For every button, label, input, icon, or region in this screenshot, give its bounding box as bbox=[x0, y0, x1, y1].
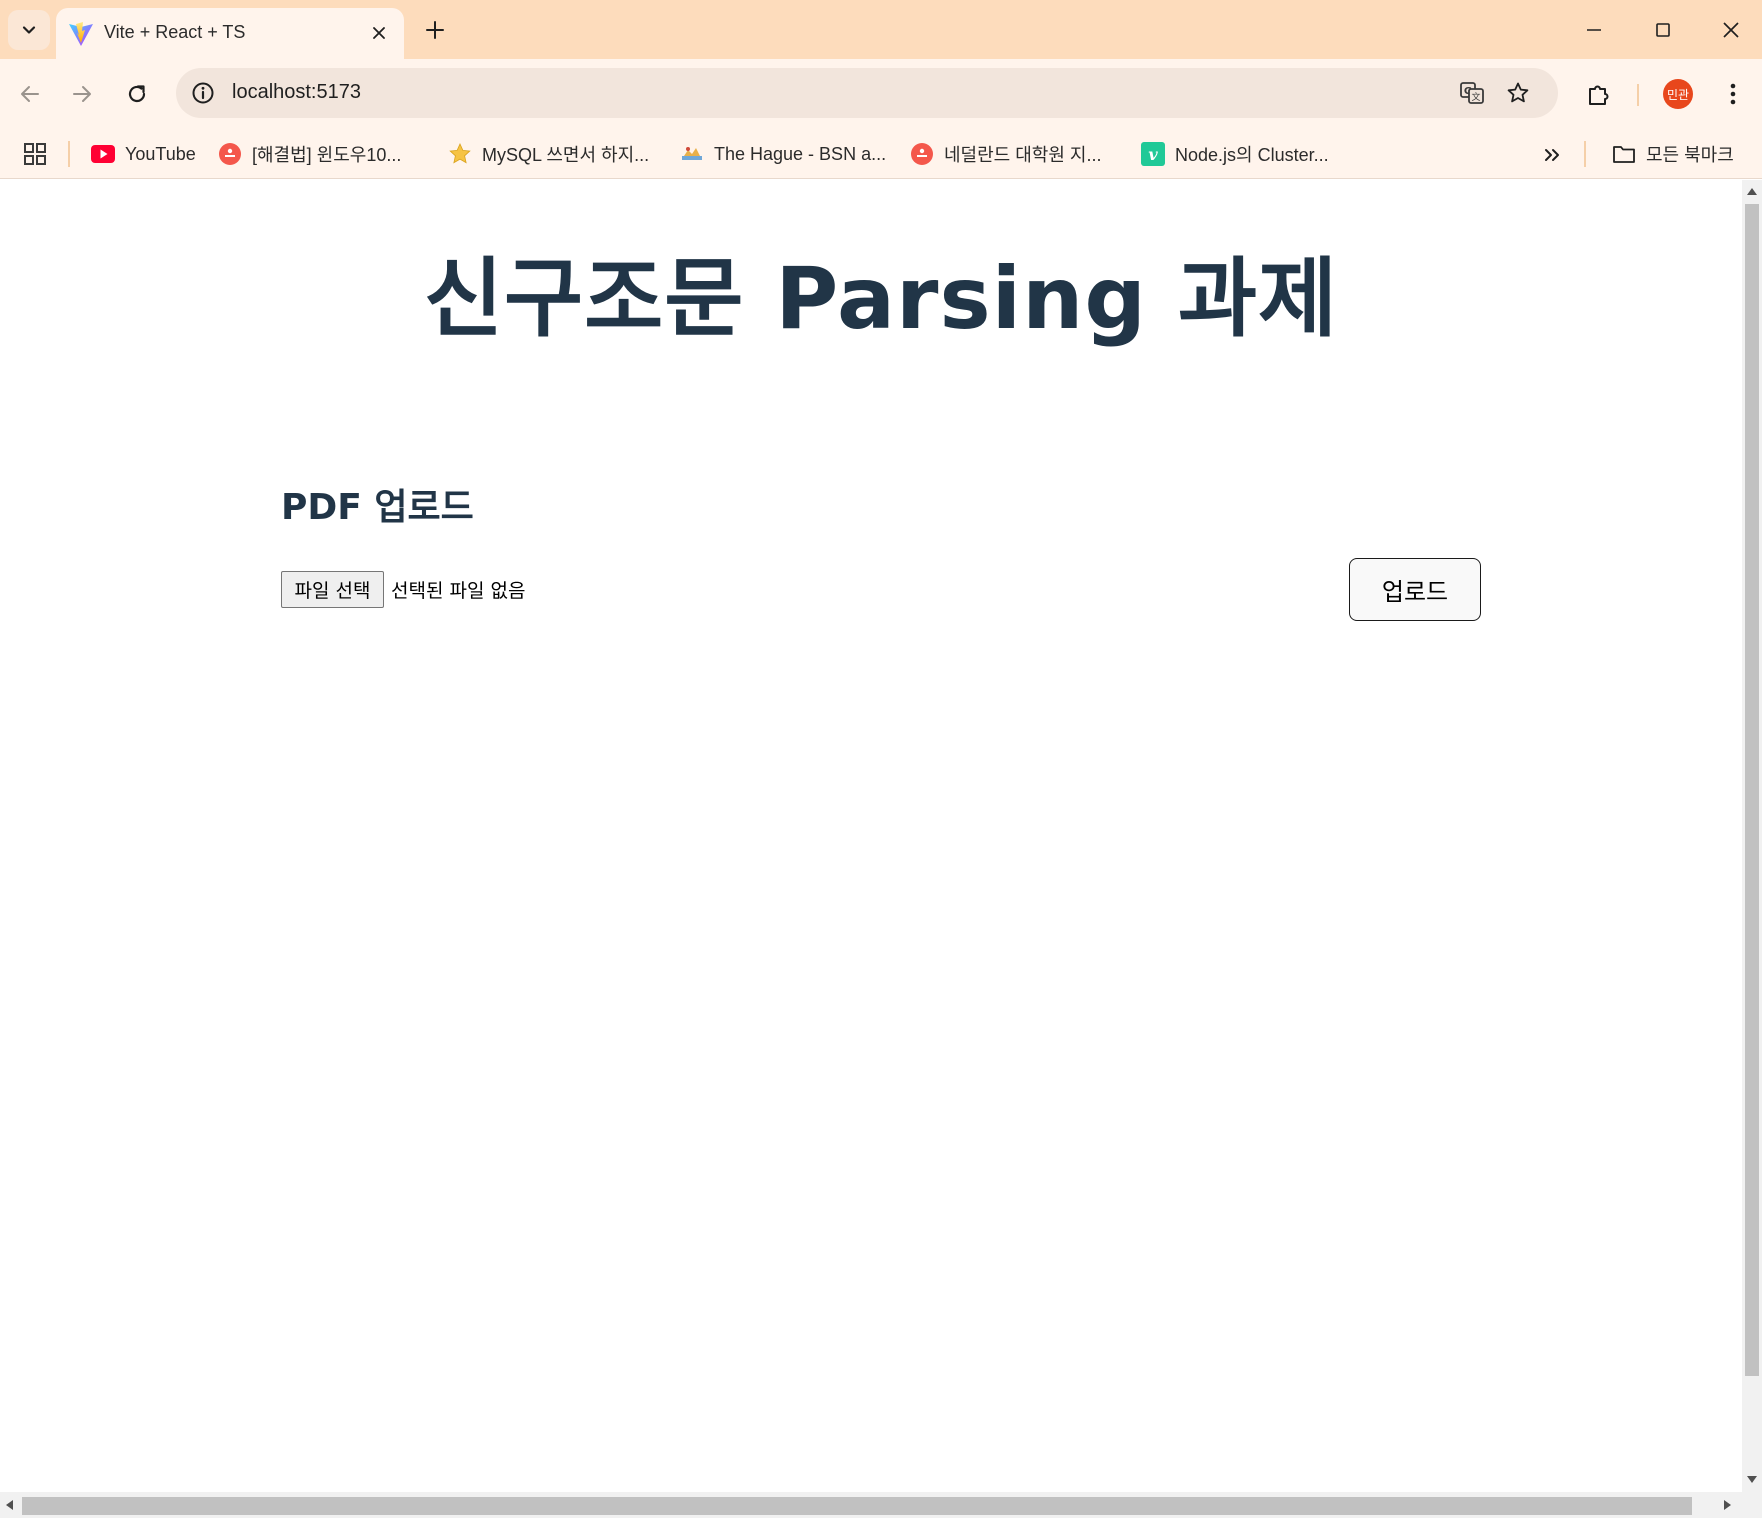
new-tab-button[interactable] bbox=[420, 15, 450, 45]
scroll-down-icon[interactable] bbox=[1747, 1476, 1757, 1483]
tab-close-button[interactable] bbox=[366, 20, 392, 46]
star-icon bbox=[448, 142, 472, 166]
arrow-left-icon bbox=[21, 86, 39, 102]
bookmarks-divider bbox=[68, 141, 70, 167]
bookmark-label: [해결법] 윈도우10... bbox=[252, 145, 402, 165]
star-outline-icon bbox=[1507, 82, 1529, 103]
tab-strip: Vite + React + TS bbox=[0, 0, 1762, 59]
reload-button[interactable] bbox=[117, 74, 157, 114]
bookmark-star-button[interactable] bbox=[1504, 79, 1532, 107]
scroll-right-icon[interactable] bbox=[1724, 1500, 1731, 1510]
chevron-down-icon bbox=[22, 26, 36, 34]
browser-toolbar: localhost:5173 G 文 민관 bbox=[0, 59, 1762, 129]
scroll-up-icon[interactable] bbox=[1747, 188, 1757, 195]
maximize-icon bbox=[1656, 23, 1670, 37]
vertical-scrollbar[interactable] bbox=[1742, 180, 1762, 1492]
maximize-button[interactable] bbox=[1640, 12, 1686, 48]
double-chevron-right-icon bbox=[1545, 149, 1559, 161]
arrow-right-icon bbox=[73, 86, 91, 102]
menu-button[interactable] bbox=[1715, 76, 1751, 112]
apps-grid-icon[interactable] bbox=[22, 141, 48, 167]
address-bar[interactable]: localhost:5173 G 文 bbox=[176, 68, 1558, 118]
site-icon bbox=[218, 142, 242, 166]
bookmark-item[interactable]: [해결법] 윈도우10... bbox=[218, 139, 401, 169]
page-title: 신구조문 Parsing 과제 bbox=[423, 249, 1339, 349]
puzzle-icon bbox=[1589, 85, 1609, 105]
svg-text:文: 文 bbox=[1471, 91, 1480, 103]
plus-icon bbox=[426, 21, 444, 39]
bookmark-label: 네덜란드 대학원 지... bbox=[944, 145, 1102, 165]
bookmark-label: MySQL 쓰면서 하지... bbox=[482, 145, 650, 165]
bookmark-item[interactable]: MySQL 쓰면서 하지... bbox=[448, 139, 649, 169]
address-url[interactable]: localhost:5173 bbox=[232, 81, 361, 104]
close-icon bbox=[373, 27, 385, 39]
section-title: PDF 업로드 bbox=[281, 487, 474, 528]
close-icon bbox=[1723, 22, 1739, 38]
more-vertical-icon bbox=[1730, 83, 1736, 105]
minimize-button[interactable] bbox=[1571, 12, 1617, 48]
toolbar-divider bbox=[1637, 84, 1639, 106]
site-icon bbox=[910, 142, 934, 166]
bookmarks-divider bbox=[1584, 141, 1586, 167]
youtube-icon bbox=[91, 142, 115, 166]
page-viewport: 신구조문 Parsing 과제 PDF 업로드 파일 선택 선택된 파일 없음 … bbox=[0, 180, 1742, 1492]
bookmarks-bar: YouTube [해결법] 윈도우10... MySQL 쓰면서 하지... T… bbox=[0, 129, 1762, 179]
profile-avatar[interactable]: 민관 bbox=[1663, 79, 1693, 109]
scroll-left-icon[interactable] bbox=[6, 1500, 13, 1510]
file-select-button[interactable]: 파일 선택 bbox=[281, 571, 384, 608]
bookmark-label: The Hague - BSN a... bbox=[714, 143, 887, 164]
all-bookmarks-button[interactable]: 모든 북마크 bbox=[1612, 139, 1734, 169]
forward-button[interactable] bbox=[62, 74, 102, 114]
tab-title: Vite + React + TS bbox=[104, 22, 246, 42]
bookmark-youtube[interactable]: YouTube bbox=[91, 139, 196, 169]
site-icon bbox=[680, 142, 704, 166]
bookmark-item[interactable]: 네덜란드 대학원 지... bbox=[910, 139, 1101, 169]
bookmark-label: YouTube bbox=[125, 143, 196, 164]
horizontal-scroll-thumb[interactable] bbox=[22, 1497, 1692, 1515]
vite-icon bbox=[69, 22, 93, 46]
bookmarks-overflow-button[interactable] bbox=[1538, 141, 1566, 169]
info-icon[interactable] bbox=[190, 80, 216, 106]
extensions-button[interactable] bbox=[1581, 76, 1617, 112]
bookmark-item[interactable]: v Node.js의 Cluster... bbox=[1141, 139, 1329, 169]
reload-icon bbox=[128, 85, 146, 103]
translate-icon: G 文 bbox=[1460, 82, 1484, 104]
minimize-icon bbox=[1587, 29, 1601, 31]
tab-active[interactable]: Vite + React + TS bbox=[56, 8, 404, 59]
svg-text:v: v bbox=[1148, 145, 1158, 164]
translate-button[interactable]: G 文 bbox=[1458, 79, 1486, 107]
bookmark-item[interactable]: The Hague - BSN a... bbox=[680, 139, 886, 169]
velog-icon: v bbox=[1141, 142, 1165, 166]
close-window-button[interactable] bbox=[1708, 12, 1754, 48]
bookmark-label: Node.js의 Cluster... bbox=[1175, 145, 1329, 165]
tab-search-button[interactable] bbox=[8, 10, 50, 50]
horizontal-scrollbar[interactable] bbox=[0, 1492, 1762, 1518]
folder-icon bbox=[1612, 142, 1636, 166]
all-bookmarks-label: 모든 북마크 bbox=[1646, 145, 1734, 165]
file-status-text: 선택된 파일 없음 bbox=[391, 580, 526, 602]
upload-button[interactable]: 업로드 bbox=[1349, 558, 1481, 621]
browser-window: Vite + React + TS localhost:5173 G 文 민관 … bbox=[0, 0, 1762, 1518]
vertical-scroll-thumb[interactable] bbox=[1745, 204, 1759, 1376]
back-button[interactable] bbox=[10, 74, 50, 114]
